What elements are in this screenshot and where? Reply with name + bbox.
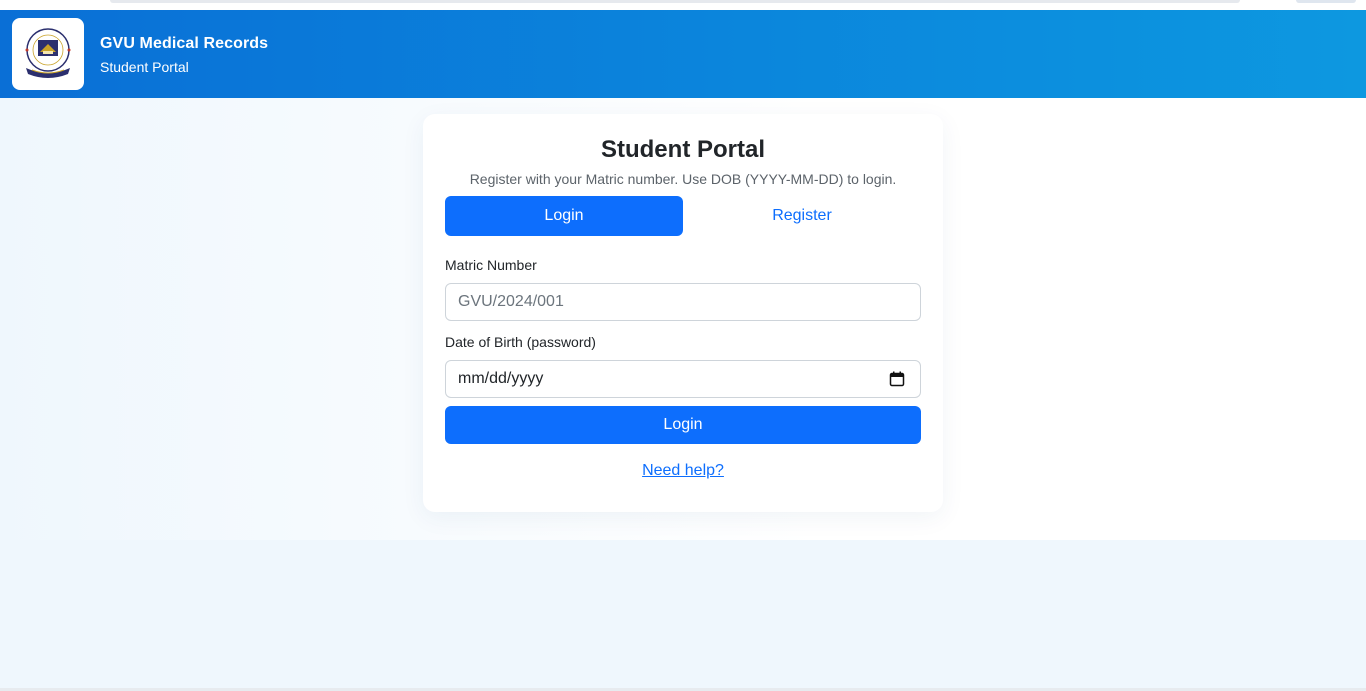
need-help-link[interactable]: Need help? xyxy=(642,462,724,479)
card-subtitle: Register with your Matric number. Use DO… xyxy=(469,171,897,187)
tab-register[interactable]: Register xyxy=(683,196,921,236)
university-crest-icon xyxy=(25,28,71,78)
login-submit-button[interactable]: Login xyxy=(445,406,921,444)
dob-input[interactable]: mm/dd/yyyy xyxy=(458,370,889,388)
page-footer-area xyxy=(0,540,1366,691)
app-header: GVU Medical Records Student Portal xyxy=(0,10,1366,98)
app-subtitle: Student Portal xyxy=(100,59,189,75)
matric-number-input[interactable] xyxy=(458,284,908,320)
browser-top-strip xyxy=(0,0,1366,10)
tab-login[interactable]: Login xyxy=(445,196,683,236)
app-title: GVU Medical Records xyxy=(100,35,269,52)
help-container: Need help? xyxy=(423,462,943,480)
card-title: Student Portal xyxy=(600,136,765,163)
logo[interactable] xyxy=(12,18,84,90)
toolbar-pill-edge xyxy=(1296,0,1356,3)
matric-number-label: Matric Number xyxy=(445,257,537,273)
login-card: Student Portal Register with your Matric… xyxy=(423,114,943,512)
dob-label: Date of Birth (password) xyxy=(445,334,596,350)
matric-number-field[interactable] xyxy=(445,283,921,321)
address-bar-edge xyxy=(110,0,1240,3)
calendar-icon[interactable] xyxy=(889,371,905,387)
dob-field[interactable]: mm/dd/yyyy xyxy=(445,360,921,398)
